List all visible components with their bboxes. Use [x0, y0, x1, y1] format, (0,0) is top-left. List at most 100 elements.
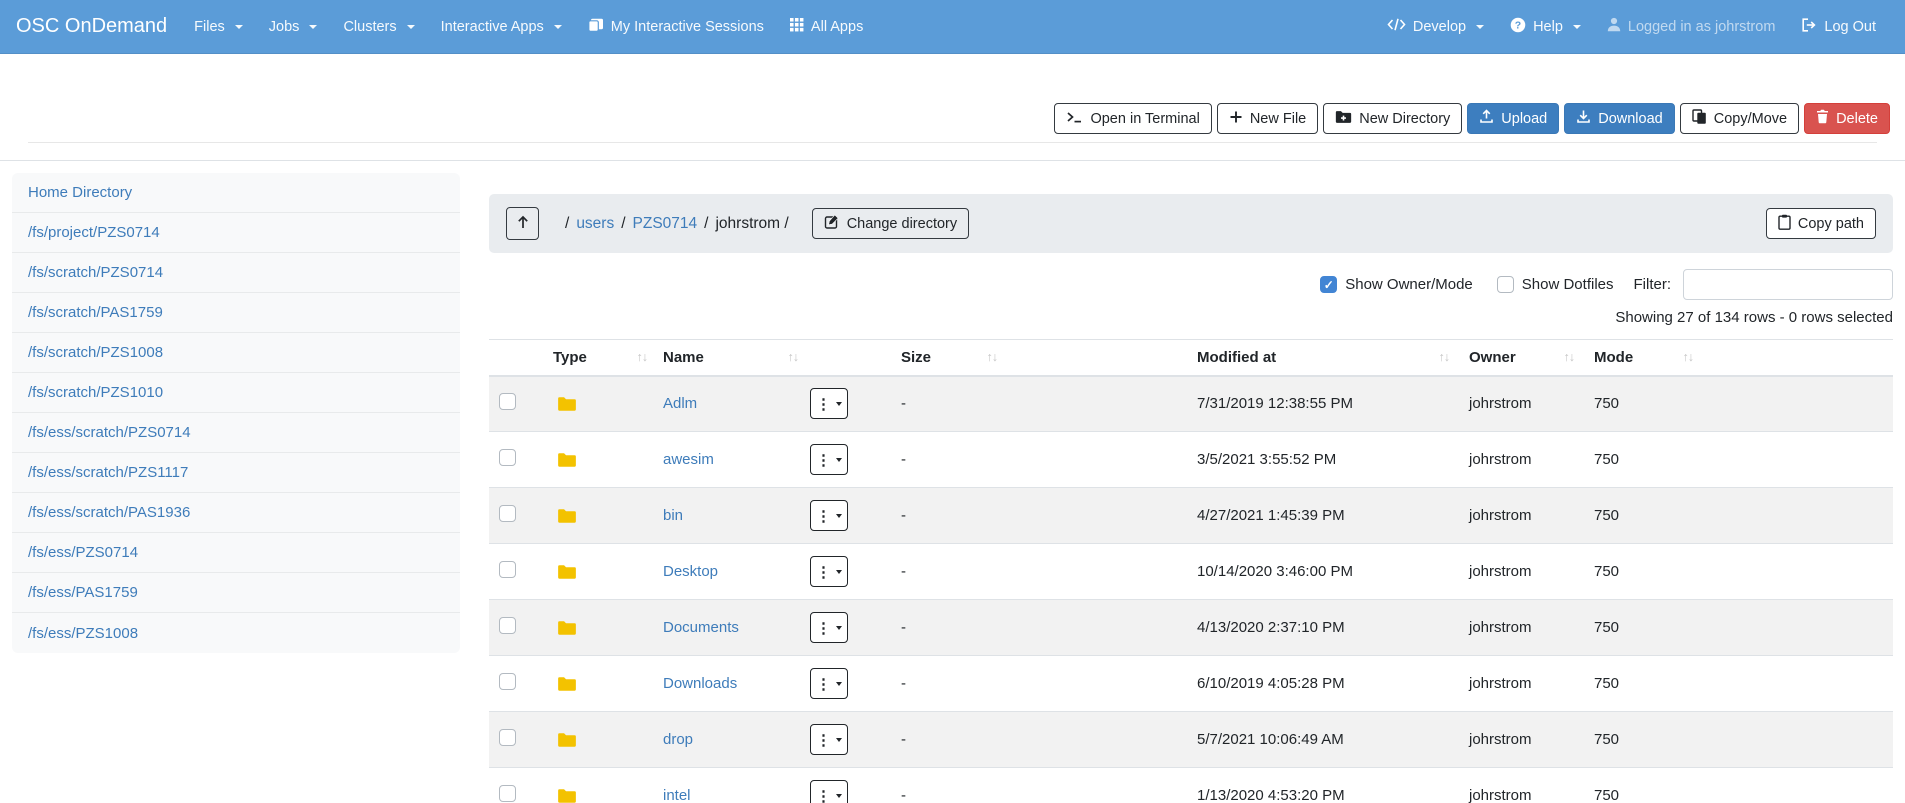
row-checkbox[interactable]: [499, 729, 516, 746]
column-header-name[interactable]: Name: [655, 340, 893, 376]
column-header-modified-at[interactable]: Modified at: [1189, 340, 1461, 376]
file-name-link[interactable]: intel: [663, 787, 691, 803]
nav-my-interactive-sessions[interactable]: My Interactive Sessions: [575, 0, 777, 54]
row-actions-dropdown[interactable]: [810, 556, 848, 587]
row-actions-dropdown[interactable]: [810, 612, 848, 643]
upload-button[interactable]: Upload: [1467, 103, 1559, 134]
table-row: Adlm - 7/31/2019 12:38:55 PM johrstrom 7…: [489, 376, 1893, 432]
sidebar-item[interactable]: /fs/ess/PAS1759: [12, 573, 460, 613]
row-checkbox[interactable]: [499, 449, 516, 466]
show-dotfiles-checkbox[interactable]: [1497, 276, 1514, 293]
filter-input[interactable]: [1683, 269, 1893, 300]
nav-help-menu[interactable]: ? Help: [1497, 0, 1594, 54]
rows-summary: Showing 27 of 134 rows - 0 rows selected: [489, 309, 1893, 326]
open-in-terminal-button[interactable]: Open in Terminal: [1054, 103, 1211, 134]
new-directory-button[interactable]: New Directory: [1323, 103, 1462, 134]
file-name-link[interactable]: Desktop: [663, 563, 718, 580]
file-owner: johrstrom: [1461, 712, 1586, 768]
breadcrumb-link-project[interactable]: PZS0714: [633, 215, 698, 233]
sidebar-item[interactable]: /fs/project/PZS0714: [12, 213, 460, 253]
sidebar-item[interactable]: /fs/ess/scratch/PAS1936: [12, 493, 460, 533]
file-mode: 750: [1586, 488, 1893, 544]
chevron-down-icon: [836, 570, 842, 577]
row-actions-dropdown[interactable]: [810, 500, 848, 531]
row-checkbox[interactable]: [499, 561, 516, 578]
file-name-link[interactable]: bin: [663, 507, 683, 524]
column-header-size[interactable]: Size: [893, 340, 1189, 376]
row-actions-dropdown[interactable]: [810, 668, 848, 699]
person-icon: [1607, 17, 1621, 36]
column-header-mode[interactable]: Mode: [1586, 340, 1893, 376]
nav-files-label: Files: [194, 19, 225, 35]
nav-interactive-apps-label: Interactive Apps: [441, 19, 544, 35]
nav-files-menu[interactable]: Files: [181, 0, 256, 54]
nav-log-out[interactable]: Log Out: [1788, 0, 1889, 54]
app-brand[interactable]: OSC OnDemand: [16, 15, 167, 38]
three-dots-icon: [816, 619, 831, 637]
sort-icon[interactable]: [1439, 350, 1450, 364]
chevron-down-icon: [836, 738, 842, 745]
trash-icon: [1816, 109, 1829, 128]
row-checkbox[interactable]: [499, 393, 516, 410]
row-checkbox[interactable]: [499, 505, 516, 522]
row-checkbox[interactable]: [499, 673, 516, 690]
sidebar-item[interactable]: /fs/scratch/PZS0714: [12, 253, 460, 293]
row-checkbox[interactable]: [499, 617, 516, 634]
nav-develop-menu[interactable]: Develop: [1374, 0, 1497, 54]
column-header-owner[interactable]: Owner: [1461, 340, 1586, 376]
nav-clusters-menu[interactable]: Clusters: [330, 0, 427, 54]
sidebar-item[interactable]: Home Directory: [12, 173, 460, 213]
row-actions-dropdown[interactable]: [810, 780, 848, 803]
row-actions-dropdown[interactable]: [810, 444, 848, 475]
sidebar-item[interactable]: /fs/ess/PZS0714: [12, 533, 460, 573]
sidebar-item[interactable]: /fs/scratch/PZS1008: [12, 333, 460, 373]
file-owner: johrstrom: [1461, 656, 1586, 712]
show-owner-mode-checkbox[interactable]: [1320, 276, 1337, 293]
sidebar-item[interactable]: /fs/scratch/PZS1010: [12, 373, 460, 413]
file-name-link[interactable]: Documents: [663, 619, 739, 636]
breadcrumb-separator: /: [704, 215, 708, 233]
up-directory-button[interactable]: [506, 207, 539, 240]
file-name-link[interactable]: awesim: [663, 451, 714, 468]
nav-all-apps[interactable]: All Apps: [777, 0, 876, 54]
breadcrumb-current: johrstrom /: [715, 215, 788, 233]
file-name-link[interactable]: Downloads: [663, 675, 737, 692]
sort-icon[interactable]: [788, 350, 799, 364]
toolbar-separator: [28, 142, 1877, 143]
three-dots-icon: [816, 731, 831, 749]
copy-path-button[interactable]: Copy path: [1766, 208, 1876, 239]
nav-jobs-menu[interactable]: Jobs: [256, 0, 331, 54]
three-dots-icon: [816, 787, 831, 803]
file-modified-at: 7/31/2019 12:38:55 PM: [1189, 376, 1461, 432]
file-name-link[interactable]: Adlm: [663, 395, 697, 412]
file-owner: johrstrom: [1461, 544, 1586, 600]
new-file-button[interactable]: New File: [1217, 103, 1318, 134]
sort-icon[interactable]: [987, 350, 998, 364]
sidebar-item[interactable]: /fs/ess/scratch/PZS1117: [12, 453, 460, 493]
upload-icon: [1479, 109, 1494, 128]
copy-move-button[interactable]: Copy/Move: [1680, 103, 1799, 134]
sidebar-item[interactable]: /fs/ess/scratch/PZS0714: [12, 413, 460, 453]
nav-interactive-apps-menu[interactable]: Interactive Apps: [428, 0, 575, 54]
nav-develop-label: Develop: [1413, 19, 1466, 35]
column-header-type[interactable]: Type: [545, 340, 655, 376]
sidebar-item[interactable]: /fs/ess/PZS1008: [12, 613, 460, 653]
sort-icon[interactable]: [1683, 350, 1694, 364]
chevron-down-icon: [309, 25, 317, 33]
row-checkbox[interactable]: [499, 785, 516, 802]
breadcrumb-link-users[interactable]: users: [576, 215, 614, 233]
change-directory-button[interactable]: Change directory: [812, 208, 969, 239]
file-name-link[interactable]: drop: [663, 731, 693, 748]
row-actions-dropdown[interactable]: [810, 724, 848, 755]
delete-button[interactable]: Delete: [1804, 103, 1890, 134]
download-button[interactable]: Download: [1564, 103, 1675, 134]
chevron-down-icon: [836, 514, 842, 521]
logout-icon: [1801, 18, 1817, 36]
row-actions-dropdown[interactable]: [810, 388, 848, 419]
sessions-icon: [588, 18, 604, 36]
sort-icon[interactable]: [637, 350, 648, 364]
sidebar-item[interactable]: /fs/scratch/PAS1759: [12, 293, 460, 333]
file-modified-at: 5/7/2021 10:06:49 AM: [1189, 712, 1461, 768]
sort-icon[interactable]: [1564, 350, 1575, 364]
table-header-row: Type Name Size Modified at Owner Mode: [489, 340, 1893, 376]
